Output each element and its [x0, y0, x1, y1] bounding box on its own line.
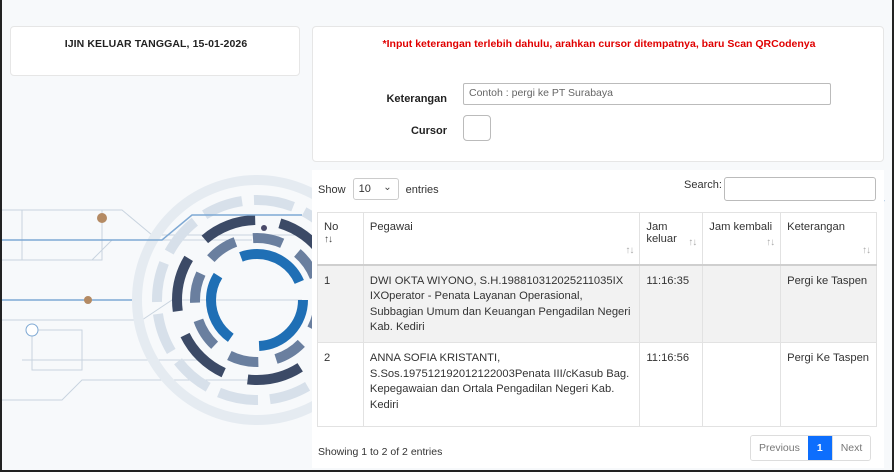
table-row: 2 ANNA SOFIA KRISTANTI, S.Sos.1975121920…	[317, 342, 877, 427]
search-label: Search:	[684, 179, 722, 191]
sort-icon: ↑↓	[625, 244, 634, 256]
pagination: Previous 1 Next	[750, 435, 872, 461]
cell-jam-kembali	[702, 342, 782, 427]
chevron-down-icon: ⌄	[383, 182, 392, 193]
column-label-pegawai: Pegawai	[369, 221, 413, 233]
page-1-button[interactable]: 1	[807, 436, 832, 460]
next-button[interactable]: Next	[831, 436, 871, 460]
column-header-jam-kembali[interactable]: Jam kembali ↑↓	[702, 212, 782, 266]
sort-icon: ↑↓	[862, 244, 871, 256]
entries-label: entries	[405, 183, 439, 196]
search-input[interactable]	[724, 177, 876, 201]
title-panel: IJIN KELUAR TANGGAL, 15-01-2026	[10, 26, 300, 76]
entries-select[interactable]: 10 ⌄	[352, 178, 399, 200]
column-label-jam-keluar: Jam keluar	[646, 221, 677, 245]
entries-length-control: Show 10 ⌄ entries	[318, 178, 439, 201]
cell-jam-kembali	[702, 264, 782, 343]
cell-keterangan: Pergi Ke Taspen	[780, 342, 877, 427]
keterangan-label: Keterangan	[386, 93, 447, 105]
cursor-label: Cursor	[410, 125, 447, 137]
column-header-keterangan[interactable]: Keterangan ↑↓	[780, 212, 877, 266]
cell-pegawai: ANNA SOFIA KRISTANTI, S.Sos.197512192012…	[362, 342, 641, 427]
column-header-pegawai[interactable]: Pegawai ↑↓	[362, 212, 641, 266]
column-label-jam-kembali: Jam kembali	[709, 221, 773, 233]
sort-icon: ↑↓	[766, 236, 775, 248]
cursor-input[interactable]	[463, 115, 491, 141]
sort-icon: ↑↓	[324, 234, 333, 245]
cell-pegawai: DWI OKTA WIYONO, S.H.198810312025211035I…	[362, 264, 641, 343]
previous-button[interactable]: Previous	[751, 436, 808, 460]
instruction-notice: *Input keterangan terlebih dahulu, arahk…	[382, 38, 816, 50]
cell-keterangan: Pergi ke Taspen	[780, 264, 877, 343]
keterangan-input[interactable]	[463, 83, 831, 105]
column-label-keterangan: Keterangan	[787, 221, 845, 233]
column-label-no: No	[324, 221, 339, 233]
column-header-no[interactable]: No ↑↓	[317, 212, 364, 266]
data-table: No ↑↓ Pegawai ↑↓ Jam keluar ↑↓ Jam kemba…	[317, 212, 877, 427]
cell-jam-keluar: 11:16:56	[639, 342, 704, 427]
column-header-jam-keluar[interactable]: Jam keluar ↑↓	[639, 212, 704, 266]
cell-jam-keluar: 11:16:35	[639, 264, 704, 343]
app-frame: IJIN KELUAR TANGGAL, 15-01-2026 *Input k…	[0, 0, 894, 472]
attendance-table-panel: Show 10 ⌄ entries Search: No ↑↓ Pegawai …	[312, 170, 884, 468]
sort-icon: ↑↓	[688, 236, 697, 248]
table-info: Showing 1 to 2 of 2 entries	[318, 446, 443, 458]
page-title: IJIN KELUAR TANGGAL, 15-01-2026	[64, 38, 248, 50]
input-form-panel: *Input keterangan terlebih dahulu, arahk…	[312, 26, 884, 162]
cell-no: 2	[317, 342, 364, 427]
show-label: Show	[318, 183, 346, 196]
table-row: 1 DWI OKTA WIYONO, S.H.19881031202521103…	[317, 264, 877, 343]
table-header-row: No ↑↓ Pegawai ↑↓ Jam keluar ↑↓ Jam kemba…	[317, 212, 877, 266]
cell-no: 1	[317, 264, 364, 343]
entries-select-value: 10	[358, 183, 371, 195]
